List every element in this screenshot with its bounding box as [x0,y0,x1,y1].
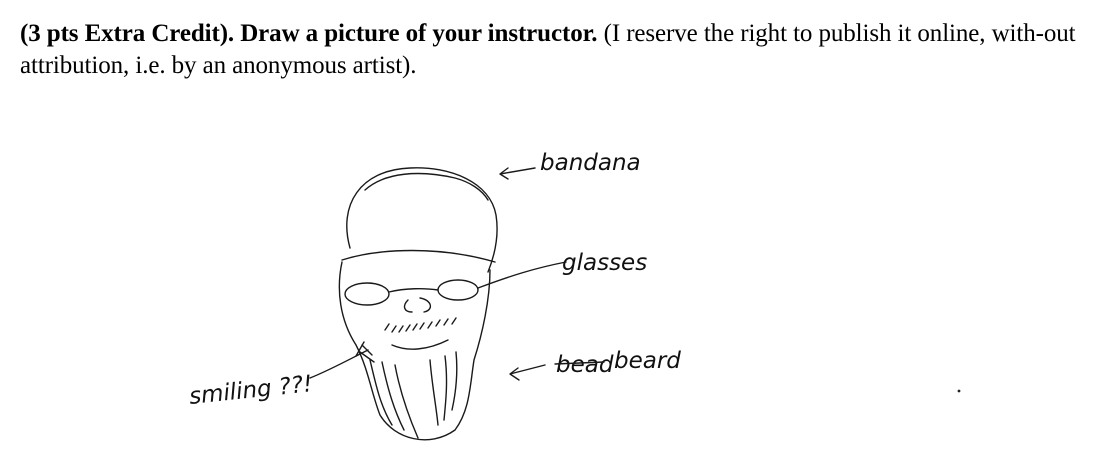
beard-label: beard [614,348,681,374]
bandana-band [341,249,496,263]
bandana-top [364,172,489,201]
glasses-bridge [388,287,439,293]
stray-mark [957,389,961,393]
bandana-label: bandana [540,150,641,176]
glasses-label: glasses [562,250,647,276]
nose [403,297,431,313]
glasses-left-lens [344,282,390,306]
beard-struck-label: bead [556,352,614,378]
beard-hatching [355,341,458,439]
bandana-arrow [499,167,536,180]
mouth [391,339,449,350]
instructor-drawing: bandana glasses bead beard smiling ??! [188,150,961,441]
smiling-label: smiling ??! [188,371,314,410]
mustache-hatching [384,317,457,333]
glasses-right-lens [437,279,479,301]
smiling-pointer-line [309,349,369,379]
beard-arrow [509,364,546,381]
glasses-pointer-line [477,261,567,289]
